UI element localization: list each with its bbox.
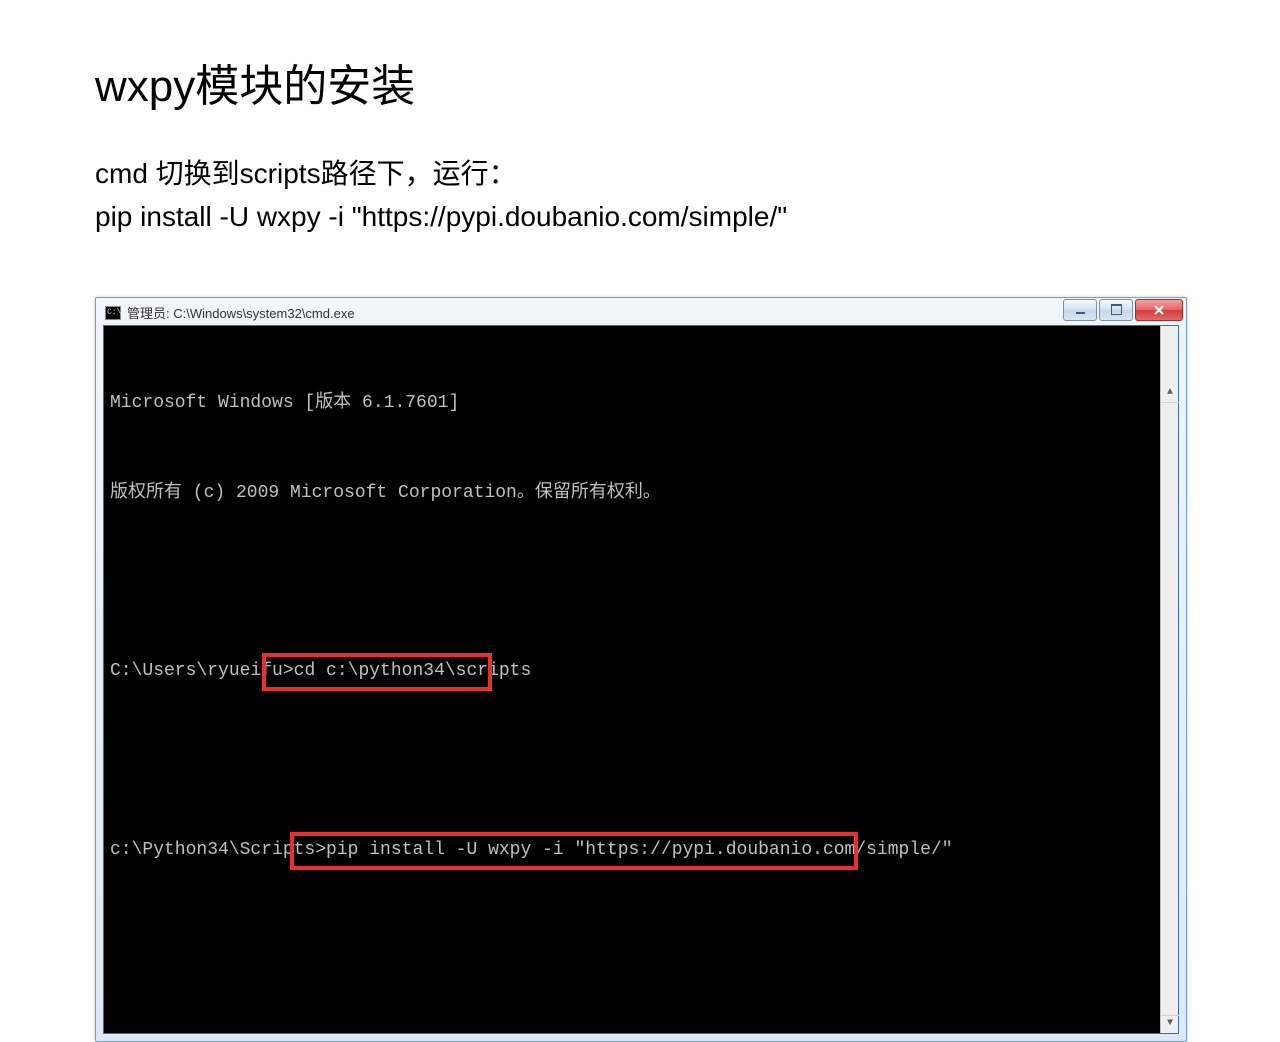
scrollbar[interactable]: ▲ ▼ — [1160, 326, 1178, 1033]
maximize-button[interactable] — [1099, 299, 1133, 321]
window-titlebar: C:\ 管理员: C:\Windows\system32\cmd.exe — [103, 305, 1179, 325]
slide-title: wxpy模块的安装 — [95, 50, 1200, 114]
terminal-cmd-1: cd c:\python34\scripts — [294, 657, 532, 687]
close-button[interactable] — [1135, 299, 1183, 321]
close-icon — [1153, 304, 1165, 316]
scroll-down-icon[interactable]: ▼ — [1161, 1015, 1179, 1033]
instruction-block: cmd 切换到scripts路径下，运行： pip install -U wxp… — [95, 152, 1200, 239]
terminal-body[interactable]: Microsoft Windows [版本 6.1.7601] 版权所有 (c)… — [103, 325, 1179, 1034]
window-title-text: 管理员: C:\Windows\system32\cmd.exe — [127, 303, 355, 322]
terminal-line-2: 版权所有 (c) 2009 Microsoft Corporation。保留所有… — [110, 479, 661, 509]
cmd-window: C:\ 管理员: C:\Windows\system32\cmd.exe Mic… — [95, 297, 1187, 1042]
window-controls — [1063, 299, 1183, 321]
minimize-button[interactable] — [1063, 299, 1097, 321]
instruction-line-2: pip install -U wxpy -i "https://pypi.dou… — [95, 195, 1200, 238]
terminal-prompt-1: C:\Users\ryueifu> — [110, 657, 294, 687]
instruction-line-1: cmd 切换到scripts路径下，运行： — [95, 152, 1200, 195]
terminal-line-1: Microsoft Windows [版本 6.1.7601] — [110, 389, 459, 419]
cmd-icon: C:\ — [105, 306, 121, 320]
scroll-up-icon[interactable]: ▲ — [1161, 385, 1179, 403]
terminal-prompt-2: c:\Python34\Scripts> — [110, 836, 326, 866]
terminal-cmd-2: pip install -U wxpy -i "https://pypi.dou… — [326, 836, 953, 866]
